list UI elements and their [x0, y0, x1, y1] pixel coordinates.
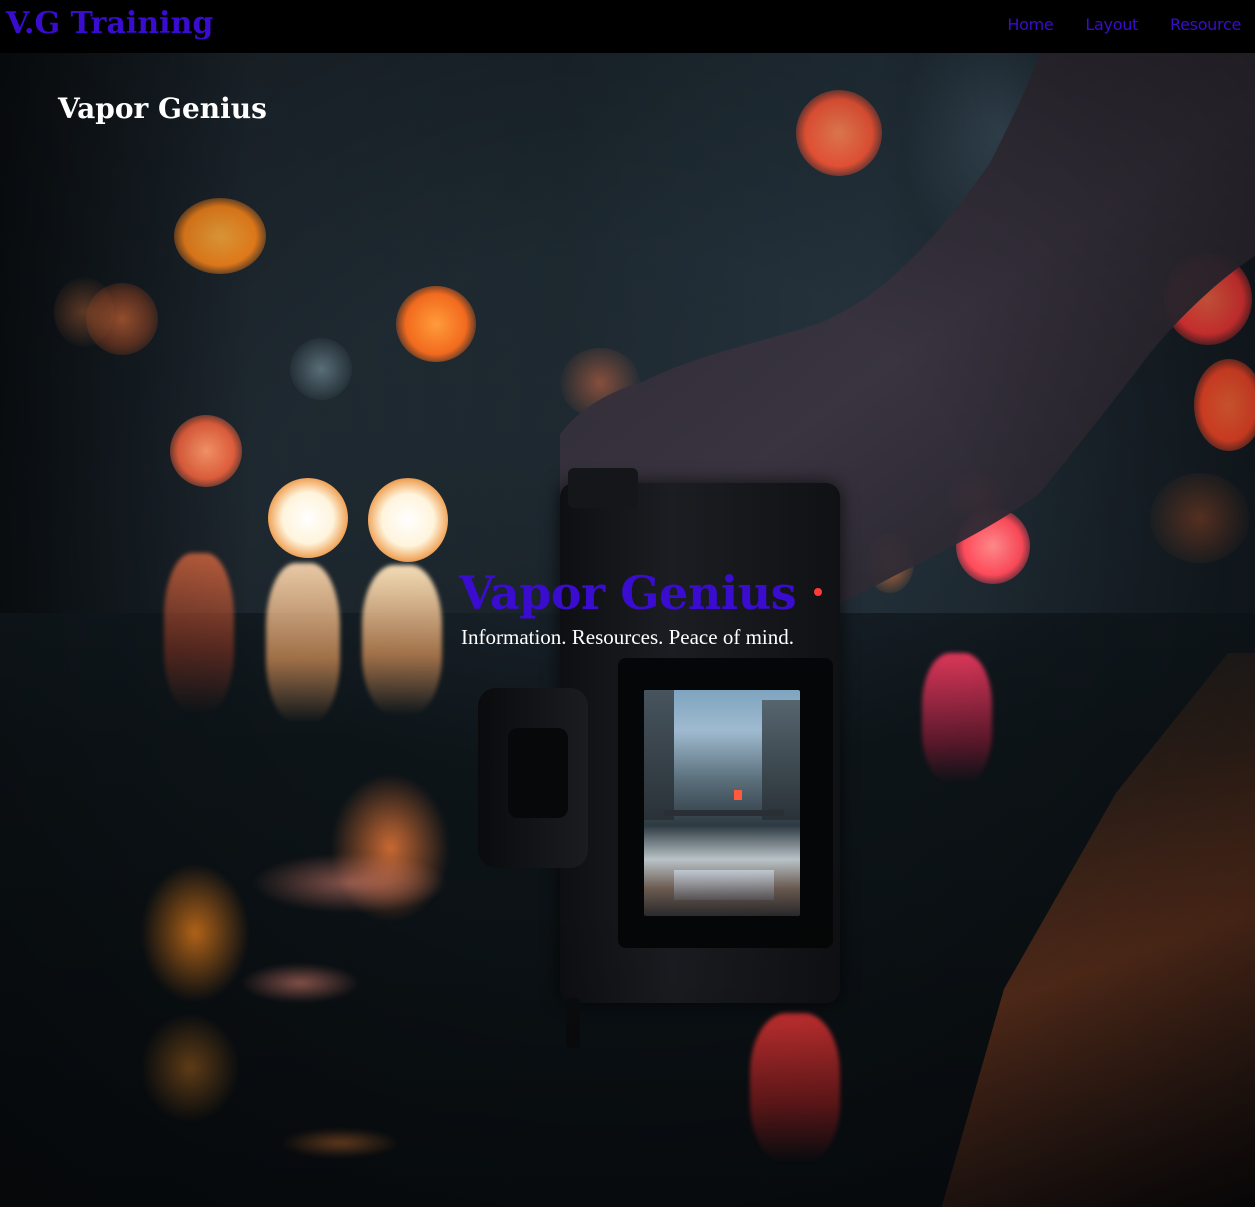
hero-section: Vapor Genius Vapor Genius Information. R… — [0, 53, 1255, 1207]
hero-tagline: Information. Resources. Peace of mind. — [461, 625, 794, 649]
page: V.G Training Home Layout Resource Vapor … — [0, 0, 1255, 1207]
hero-heading: Vapor Genius — [458, 566, 797, 620]
navbar: V.G Training Home Layout Resource — [0, 0, 1255, 53]
hero-top-title: Vapor Genius — [58, 92, 267, 125]
nav-links: Home Layout Resource — [1007, 14, 1241, 36]
nav-link-layout[interactable]: Layout — [1085, 14, 1138, 36]
brand-logo-link[interactable]: V.G Training — [6, 3, 213, 45]
nav-link-home[interactable]: Home — [1007, 14, 1053, 36]
nav-link-resource[interactable]: Resource — [1170, 14, 1241, 36]
